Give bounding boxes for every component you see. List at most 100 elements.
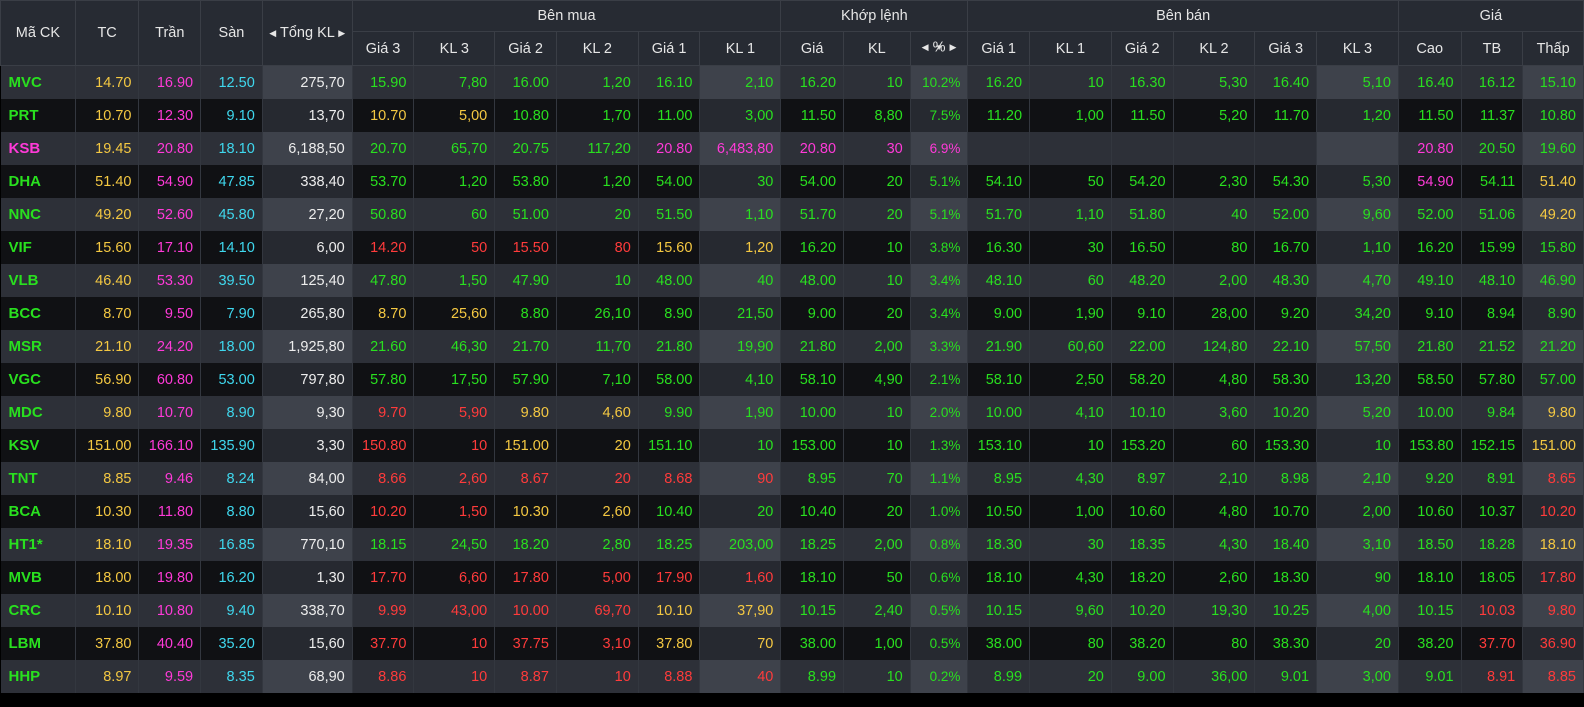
table-row[interactable]: MSR 21.10 24.20 18.00 1,925,80 21.60 46,30 21.7… [0, 330, 1584, 363]
header-buy-vol-1[interactable]: KL 1 [699, 31, 782, 66]
cell-symbol[interactable]: KSB [0, 132, 76, 165]
cell-symbol[interactable]: MVB [0, 561, 76, 594]
cell-buy-price-1: 9.90 [638, 396, 701, 429]
table-row[interactable]: KSB 19.45 20.80 18.10 6,188,50 20.70 65,70 20.7… [0, 132, 1584, 165]
cell-sell-price-1: 10.00 [967, 396, 1031, 429]
cell-symbol[interactable]: MVC [0, 65, 76, 99]
cell-match-vol: 10 [843, 231, 911, 264]
table-row[interactable]: PRT 10.70 12.30 9.10 13,70 10.70 5,00 10.80 1,70… [0, 99, 1584, 132]
header-avg[interactable]: TB [1460, 31, 1524, 66]
header-sell-vol-2[interactable]: KL 2 [1172, 31, 1256, 66]
header-buy-vol-2[interactable]: KL 2 [555, 31, 639, 66]
header-buy-price-2[interactable]: Giá 2 [494, 31, 557, 66]
cell-symbol[interactable]: DHA [0, 165, 76, 198]
cell-match-price: 58.10 [780, 363, 845, 396]
cell-symbol[interactable]: CRC [0, 594, 76, 627]
cell-ref: 21.10 [75, 330, 140, 363]
cell-floor: 9.10 [200, 99, 263, 132]
header-ref[interactable]: TC [74, 0, 140, 66]
cell-sell-vol-3: 57,50 [1316, 330, 1399, 363]
cell-sell-vol-1: 1,90 [1029, 297, 1112, 330]
header-match-vol[interactable]: KL [843, 31, 911, 66]
header-match-pct[interactable]: ◀ % ▶ ▼ [909, 31, 969, 66]
pct-arrow-left-icon[interactable]: ◀ [922, 33, 929, 64]
table-row[interactable]: CRC 10.10 10.80 9.40 338,70 9.99 43,00 10.00 69,… [0, 594, 1584, 627]
cell-buy-vol-3: 24,50 [413, 528, 496, 561]
cell-buy-vol-2: 3,10 [556, 627, 639, 660]
table-row[interactable]: MDC 9.80 10.70 8.90 9,30 9.70 5,90 9.80 4,60 9.90… [0, 396, 1584, 429]
table-row[interactable]: HT1* 18.10 19.35 16.85 770,10 18.15 24,50 18.20… [0, 528, 1584, 561]
table-row[interactable]: NNC 49.20 52.60 45.80 27,20 50.80 60 51.00 20 51.… [0, 198, 1584, 231]
header-ceil[interactable]: Trần [138, 0, 202, 66]
table-row[interactable]: DHA 51.40 54.90 47.85 338,40 53.70 1,20 53.80 1,… [0, 165, 1584, 198]
cell-sell-vol-3: 1,20 [1316, 99, 1399, 132]
cell-symbol[interactable]: HT1* [0, 528, 76, 561]
cell-symbol[interactable]: MSR [0, 330, 76, 363]
cell-symbol[interactable]: HHP [0, 660, 76, 693]
cell-match-price: 11.50 [780, 99, 845, 132]
cell-symbol[interactable]: PRT [0, 99, 76, 132]
table-row[interactable]: LBM 37.80 40.40 35.20 15,60 37.70 10 37.75 3,10 3… [0, 627, 1584, 660]
cell-buy-vol-2: 69,70 [556, 594, 639, 627]
table-row[interactable]: TNT 8.85 9.46 8.24 84,00 8.66 2,60 8.67 20 8.68 90… [0, 462, 1584, 495]
cell-low: 36.90 [1522, 627, 1584, 660]
header-buy-price-1[interactable]: Giá 1 [637, 31, 701, 66]
cell-low: 9.80 [1522, 396, 1584, 429]
cell-ref: 49.20 [75, 198, 140, 231]
arrow-left-icon[interactable]: ◀ [269, 28, 276, 39]
cell-sell-price-2: 9.00 [1111, 660, 1174, 693]
cell-symbol[interactable]: TNT [0, 462, 76, 495]
cell-symbol[interactable]: MDC [0, 396, 76, 429]
sort-desc-icon[interactable]: ▼ [935, 33, 943, 64]
cell-buy-price-1: 8.88 [638, 660, 701, 693]
table-row[interactable]: MVB 18.00 19.80 16.20 1,30 17.70 6,60 17.80 5,00… [0, 561, 1584, 594]
header-floor[interactable]: Sàn [200, 0, 263, 66]
cell-symbol[interactable]: VGC [0, 363, 76, 396]
cell-buy-price-2: 10.00 [494, 594, 557, 627]
cell-symbol[interactable]: BCA [0, 495, 76, 528]
cell-symbol[interactable]: VLB [0, 264, 76, 297]
header-symbol[interactable]: Mã CK [0, 0, 76, 66]
cell-buy-vol-2: 80 [556, 231, 639, 264]
header-sell-vol-3[interactable]: KL 3 [1316, 31, 1399, 66]
header-match-price[interactable]: Giá [780, 31, 845, 66]
arrow-right-icon[interactable]: ▶ [338, 28, 345, 39]
header-buy-vol-3[interactable]: KL 3 [413, 31, 496, 66]
cell-match-vol: 20 [843, 297, 911, 330]
pct-arrow-right-icon[interactable]: ▶ [950, 33, 957, 64]
header-high[interactable]: Cao [1397, 31, 1462, 66]
cell-match-vol: 10 [843, 264, 911, 297]
cell-ceil: 10.80 [138, 594, 202, 627]
cell-ref: 8.97 [75, 660, 140, 693]
header-sell-price-2[interactable]: Giá 2 [1110, 31, 1174, 66]
header-total-volume[interactable]: ◀ Tổng KL ▶ [261, 0, 353, 66]
header-sell-price-1[interactable]: Giá 1 [967, 31, 1031, 66]
table-row[interactable]: KSV 151.00 166.10 135.90 3,30 150.80 10 151.00 2… [0, 429, 1584, 462]
cell-buy-price-2: 53.80 [494, 165, 557, 198]
header-buy-price-3[interactable]: Giá 3 [351, 31, 415, 66]
table-row[interactable]: VLB 46.40 53.30 39.50 125,40 47.80 1,50 47.90 10… [0, 264, 1584, 297]
table-row[interactable]: VGC 56.90 60.80 53.00 797,80 57.80 17,50 57.90 7… [0, 363, 1584, 396]
header-sell-price-3[interactable]: Giá 3 [1254, 31, 1318, 66]
table-row[interactable]: BCA 10.30 11.80 8.80 15,60 10.20 1,50 10.30 2,60… [0, 495, 1584, 528]
cell-symbol[interactable]: NNC [0, 198, 76, 231]
cell-symbol[interactable]: BCC [0, 297, 76, 330]
cell-symbol[interactable]: KSV [0, 429, 76, 462]
cell-symbol[interactable]: VIF [0, 231, 76, 264]
cell-sell-price-3: 153.30 [1254, 429, 1318, 462]
cell-symbol[interactable]: LBM [0, 627, 76, 660]
cell-sell-price-3: 58.30 [1254, 363, 1318, 396]
table-row[interactable]: BCC 8.70 9.50 7.90 265,80 8.70 25,60 8.80 26,10 8… [0, 297, 1584, 330]
cell-low: 21.20 [1522, 330, 1584, 363]
cell-buy-price-3: 14.20 [352, 231, 415, 264]
cell-buy-vol-3: 1,50 [413, 495, 496, 528]
cell-low: 46.90 [1522, 264, 1584, 297]
table-row[interactable]: HHP 8.97 9.59 8.35 68,90 8.86 10 8.87 10 8.88 40 8.… [0, 660, 1584, 693]
cell-sell-price-1: 51.70 [967, 198, 1031, 231]
cell-sell-vol-1: 9,60 [1029, 594, 1112, 627]
header-low[interactable]: Thấp [1522, 31, 1584, 66]
cell-high: 21.80 [1398, 330, 1462, 363]
header-sell-vol-1[interactable]: KL 1 [1029, 31, 1112, 66]
table-row[interactable]: VIF 15.60 17.10 14.10 6,00 14.20 50 15.50 80 15.6… [0, 231, 1584, 264]
table-row[interactable]: MVC 14.70 16.90 12.50 275,70 15.90 7,80 16.00 1,… [0, 65, 1584, 99]
